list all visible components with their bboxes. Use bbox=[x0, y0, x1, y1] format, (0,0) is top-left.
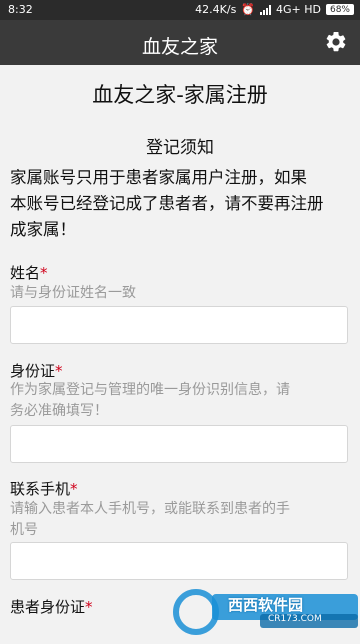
required-mark: * bbox=[85, 598, 93, 616]
patient-id-label-text: 患者身份证 bbox=[10, 598, 86, 616]
id-card-hint: 作为家属登记与管理的唯一身份识别信息，请 务必准确填写！ bbox=[10, 380, 350, 422]
app-title: 血友之家 bbox=[141, 36, 218, 58]
phone-label: 联系手机* bbox=[10, 478, 78, 499]
name-hint-line: 请与身份证姓名一致 bbox=[10, 285, 136, 301]
signal-icon bbox=[260, 4, 272, 15]
required-mark: * bbox=[40, 264, 48, 282]
id-card-input[interactable] bbox=[10, 425, 348, 463]
notice-line: 家属账号只用于患者家属用户注册，如果 bbox=[10, 168, 307, 187]
status-right: 42.4K/s ⏰ 4G+ HD 68% bbox=[195, 3, 354, 16]
patient-id-label: 患者身份证* bbox=[10, 596, 93, 617]
required-mark: * bbox=[55, 362, 63, 380]
name-label: 姓名* bbox=[10, 262, 48, 283]
battery-level: 68% bbox=[329, 4, 350, 15]
watermark-url: CR173.COM bbox=[268, 614, 322, 624]
status-time: 8:32 bbox=[8, 3, 33, 16]
status-bar: 8:32 42.4K/s ⏰ 4G+ HD 68% bbox=[0, 0, 360, 20]
id-card-hint-line: 作为家属登记与管理的唯一身份识别信息，请 bbox=[10, 382, 290, 398]
id-card-label: 身份证* bbox=[10, 360, 63, 381]
phone-hint-line: 请输入患者本人手机号，或能联系到患者的手 bbox=[10, 501, 290, 517]
notice-line: 成家属！ bbox=[10, 220, 76, 239]
name-input[interactable] bbox=[10, 306, 348, 344]
gear-icon[interactable] bbox=[324, 30, 348, 54]
alarm-icon: ⏰ bbox=[241, 3, 256, 16]
network-speed: 42.4K/s bbox=[195, 3, 237, 16]
name-hint: 请与身份证姓名一致 bbox=[10, 283, 350, 304]
id-card-label-text: 身份证 bbox=[10, 362, 56, 380]
watermark-logo: 西西软件园 CR173.COM bbox=[168, 584, 360, 640]
phone-label-text: 联系手机 bbox=[10, 480, 71, 498]
notice-title: 登记须知 bbox=[146, 138, 214, 158]
network-type: 4G+ HD bbox=[276, 3, 321, 16]
required-mark: * bbox=[70, 480, 78, 498]
notice-line: 本账号已经登记成了患者者，请不要再注册 bbox=[10, 194, 324, 213]
page-title: 血友之家-家属注册 bbox=[92, 83, 268, 107]
phone-hint: 请输入患者本人手机号，或能联系到患者的手 机号 bbox=[10, 499, 350, 541]
watermark-brand: 西西软件园 bbox=[228, 596, 304, 614]
battery-icon: 68% bbox=[326, 4, 354, 15]
id-card-hint-line: 务必准确填写！ bbox=[10, 403, 108, 419]
phone-hint-line: 机号 bbox=[10, 522, 38, 538]
notice-text: 家属账号只用于患者家属用户注册，如果 本账号已经登记成了患者者，请不要再注册 成… bbox=[10, 165, 350, 243]
name-label-text: 姓名 bbox=[10, 264, 41, 282]
app-bar: 血友之家 bbox=[0, 20, 360, 65]
phone-input[interactable] bbox=[10, 542, 348, 580]
